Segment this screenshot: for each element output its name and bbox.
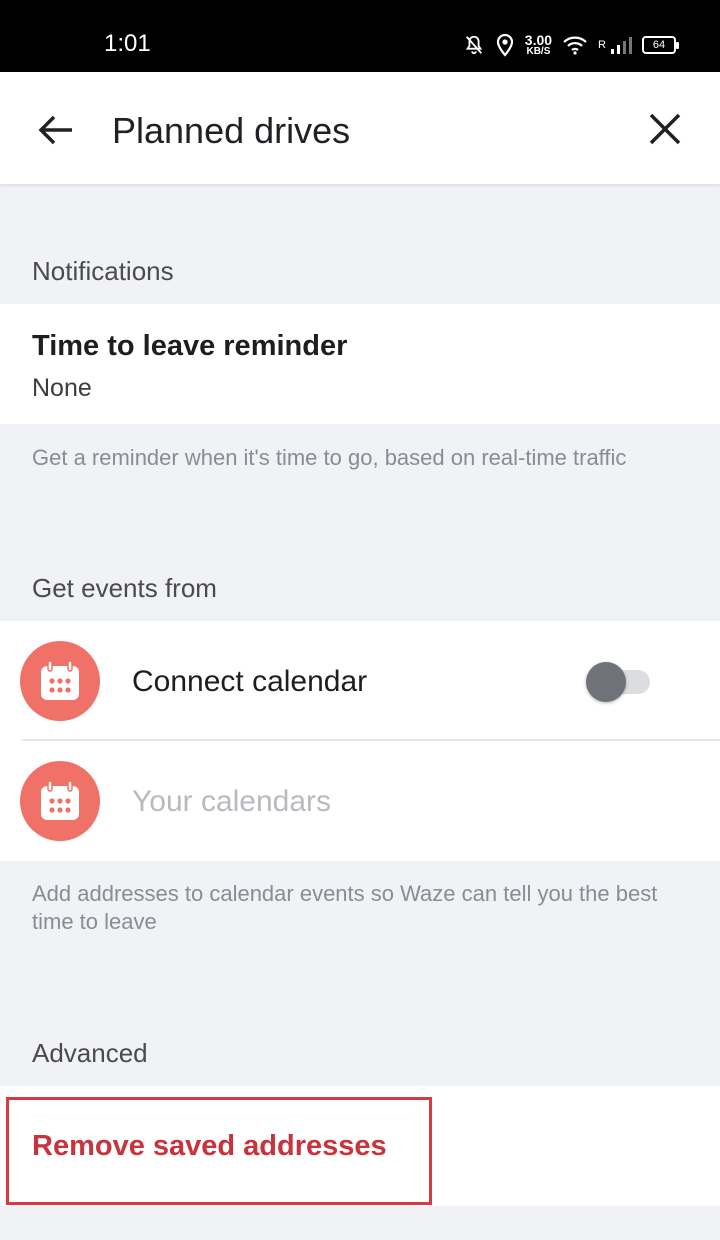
calendar-icon xyxy=(20,641,100,721)
signal-icon xyxy=(610,35,632,55)
net-speed-unit: KB/S xyxy=(526,46,551,57)
calendar-icon xyxy=(20,761,100,841)
highlight-annotation xyxy=(6,1097,432,1205)
close-icon xyxy=(649,113,681,145)
connect-calendar-toggle[interactable] xyxy=(586,662,650,702)
page-title: Planned drives xyxy=(112,110,351,151)
roaming-indicator: R xyxy=(598,39,606,51)
arrow-left-icon xyxy=(38,115,72,145)
reminder-value: None xyxy=(32,374,92,402)
calendar-help-text: Add addresses to calendar events so Waze… xyxy=(32,881,658,934)
your-calendars-row: Your calendars xyxy=(0,741,720,861)
your-calendars-label: Your calendars xyxy=(132,785,332,818)
wifi-icon xyxy=(562,35,588,55)
back-button[interactable] xyxy=(36,110,76,150)
reminder-help-text: Get a reminder when it's time to go, bas… xyxy=(32,445,627,470)
battery-icon: 64 xyxy=(642,36,679,54)
net-speed-value: 3.00 xyxy=(524,32,553,48)
connect-calendar-row[interactable]: Connect calendar xyxy=(0,621,720,740)
bell-off-icon xyxy=(463,34,485,56)
network-speed: 3.00 KB/S xyxy=(525,33,552,57)
notifications-section-title: Notifications xyxy=(32,256,174,286)
advanced-section-title: Advanced xyxy=(32,1038,148,1068)
events-section-title: Get events from xyxy=(32,573,217,603)
time-to-leave-reminder-row[interactable]: Time to leave reminder None xyxy=(0,304,720,424)
close-button[interactable] xyxy=(646,110,684,148)
toggle-thumb xyxy=(586,662,626,702)
status-bar: 1:01 3.00 KB/S R 64 xyxy=(0,0,720,72)
app-bar: Planned drives xyxy=(0,72,720,184)
connect-calendar-label: Connect calendar xyxy=(132,665,368,698)
status-time: 1:01 xyxy=(104,30,151,57)
location-icon xyxy=(495,33,515,57)
reminder-title: Time to leave reminder xyxy=(32,330,348,362)
calendar-settings-group: Connect calendar Your calendars xyxy=(0,621,720,861)
status-icons: 3.00 KB/S R 64 xyxy=(463,32,679,58)
